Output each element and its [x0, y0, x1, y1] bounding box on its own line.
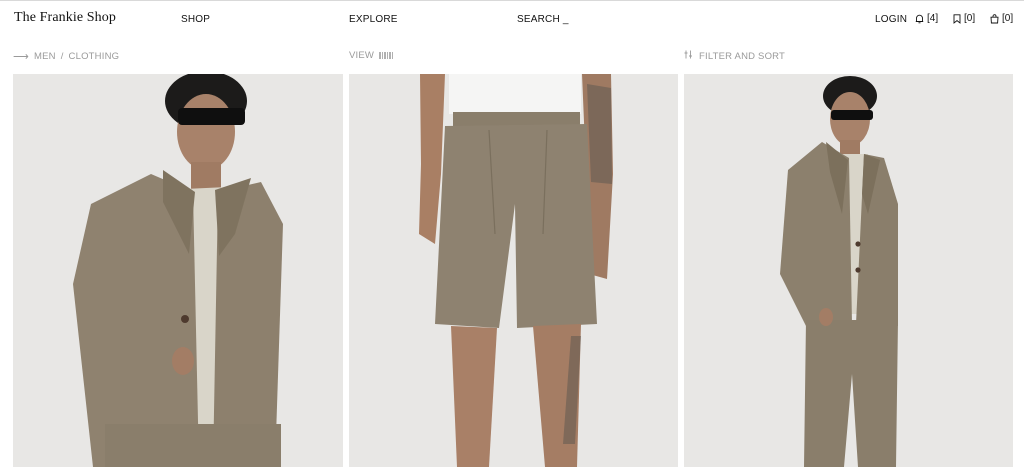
- breadcrumb-men[interactable]: MEN: [34, 51, 56, 62]
- filter-sort-button[interactable]: FILTER AND SORT: [684, 50, 785, 62]
- view-toggle[interactable]: VIEW: [349, 50, 394, 61]
- sliders-icon: [684, 50, 693, 62]
- saved-count: [0]: [964, 13, 976, 24]
- sub-toolbar: ⟶ MEN / CLOTHING VIEW FILTER AND SORT: [0, 47, 1024, 65]
- nav-explore[interactable]: EXPLORE: [349, 14, 398, 25]
- breadcrumb-clothing[interactable]: CLOTHING: [69, 51, 120, 62]
- breadcrumb: ⟶ MEN / CLOTHING: [13, 50, 119, 63]
- nav-search[interactable]: SEARCH _: [517, 14, 569, 25]
- product-card-jacket[interactable]: [13, 74, 343, 467]
- nav-shop[interactable]: SHOP: [181, 14, 210, 25]
- bookmark-icon: [953, 13, 961, 24]
- product-image-jacket: [13, 74, 343, 467]
- filter-label: FILTER AND SORT: [699, 50, 786, 62]
- notifications-button[interactable]: [4]: [915, 13, 938, 24]
- product-card-suit[interactable]: [684, 74, 1013, 467]
- notifications-count: [4]: [927, 13, 939, 24]
- brand-logo[interactable]: The Frankie Shop: [14, 10, 116, 26]
- grid-columns-icon: [379, 52, 394, 59]
- view-label: VIEW: [349, 50, 375, 61]
- bag-icon: [990, 13, 999, 24]
- saved-button[interactable]: [0]: [953, 13, 975, 24]
- product-card-shorts[interactable]: [349, 74, 678, 467]
- product-grid: [0, 74, 1024, 467]
- product-image-suit: [684, 74, 1013, 467]
- product-image-shorts: [349, 74, 678, 467]
- site-header: The Frankie Shop SHOP EXPLORE SEARCH _ L…: [0, 1, 1024, 37]
- breadcrumb-separator: /: [60, 51, 64, 62]
- nav-login[interactable]: LOGIN: [875, 14, 907, 25]
- bag-button[interactable]: [0]: [990, 13, 1013, 24]
- arrow-right-icon: ⟶: [13, 51, 29, 63]
- bag-count: [0]: [1002, 13, 1014, 24]
- bell-icon: [915, 14, 924, 24]
